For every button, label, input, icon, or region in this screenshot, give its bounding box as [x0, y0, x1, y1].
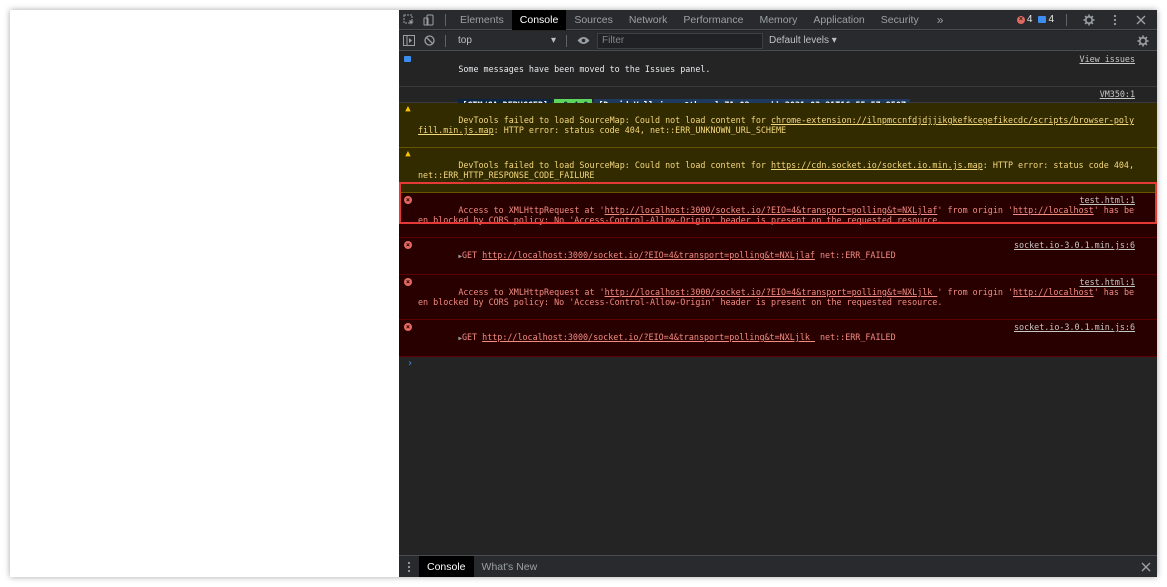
error-text: ' from origin ': [937, 205, 1014, 215]
console-message-issues: Some messages have been moved to the Iss…: [399, 52, 1157, 87]
tab-elements[interactable]: Elements: [452, 10, 512, 30]
inspect-icon[interactable]: [399, 10, 419, 30]
clear-icon[interactable]: [419, 31, 439, 51]
context-value: top: [458, 35, 472, 46]
error-icon: ×: [404, 241, 412, 249]
request-url-link[interactable]: http://localhost:3000/socket.io/?EIO=4&t…: [605, 287, 938, 297]
console-message-warning: ▲ DevTools failed to load SourceMap: Coul…: [399, 148, 1157, 193]
console-message-warning: ▲ DevTools failed to load SourceMap: Coul…: [399, 103, 1157, 148]
kebab-icon[interactable]: [1105, 10, 1125, 30]
error-icon: ×: [404, 278, 412, 286]
tab-console[interactable]: Console: [511, 10, 567, 30]
drawer-tab-whats-new[interactable]: What's New: [474, 557, 546, 577]
info-icon: [404, 56, 411, 62]
toolbar-divider: [566, 34, 567, 47]
drawer-tab-bar: Console What's New: [399, 555, 1157, 577]
tab-application[interactable]: Application: [805, 10, 872, 30]
close-icon[interactable]: [1131, 10, 1151, 30]
error-icon: ×: [404, 196, 412, 204]
origin-link[interactable]: http://localhost: [1013, 205, 1094, 215]
message-source-link[interactable]: test.html:1: [1073, 195, 1135, 205]
error-count: 4: [1026, 14, 1033, 25]
view-issues-link[interactable]: View issues: [1074, 54, 1135, 64]
toolbar-divider: [445, 34, 446, 47]
error-text: Access to XMLHttpRequest at ': [458, 287, 605, 297]
console-toolbar: top ▾ Default levels ▾: [399, 31, 1157, 51]
device-toggle-icon[interactable]: [419, 10, 439, 30]
message-source-link[interactable]: test.html:1: [1073, 277, 1135, 287]
eye-icon[interactable]: [573, 31, 593, 51]
context-selector[interactable]: top ▾: [454, 33, 560, 49]
console-message-error: × ▶GET http://localhost:3000/socket.io/?E…: [399, 238, 1157, 275]
toolbar-divider: [445, 13, 446, 26]
console-message-error: × Access to XMLHttpRequest at 'http://loc…: [399, 275, 1157, 320]
toolbar-divider: [1066, 13, 1067, 26]
error-text: ' from origin ': [937, 287, 1014, 297]
gear-icon[interactable]: [1079, 10, 1099, 30]
warning-icon: ▲: [405, 149, 411, 159]
request-url-link[interactable]: http://localhost:3000/socket.io/?EIO=4&t…: [482, 332, 815, 342]
message-source-link[interactable]: socket.io-3.0.1.min.js:6: [1007, 322, 1135, 332]
tab-network[interactable]: Network: [621, 10, 676, 30]
info-icon: [1038, 16, 1047, 23]
error-count-badge[interactable]: × 4: [1016, 14, 1033, 25]
devtools-tab-bar: Elements Console Sources Network Perform…: [399, 10, 1157, 30]
request-method: GET: [461, 332, 478, 342]
sidebar-icon[interactable]: [399, 31, 419, 51]
tab-performance[interactable]: Performance: [675, 10, 751, 30]
tab-memory[interactable]: Memory: [751, 10, 805, 30]
request-url-link[interactable]: http://localhost:3000/socket.io/?EIO=4&t…: [482, 250, 815, 260]
error-text: Access to XMLHttpRequest at ': [458, 205, 605, 215]
console-messages: Some messages have been moved to the Iss…: [399, 52, 1157, 552]
warning-icon: ▲: [405, 104, 411, 114]
devtools-status-area: × 4 4: [1016, 10, 1157, 30]
tab-security[interactable]: Security: [873, 10, 927, 30]
close-icon[interactable]: [1141, 562, 1151, 572]
more-tabs-button[interactable]: »: [927, 13, 954, 27]
warning-text: DevTools failed to load SourceMap: Could…: [458, 160, 771, 170]
sourcemap-link[interactable]: https://cdn.socket.io/socket.io.min.js.m…: [771, 160, 983, 170]
origin-link[interactable]: http://localhost: [1013, 287, 1094, 297]
gear-icon[interactable]: [1133, 31, 1153, 51]
devtools-panel: Elements Console Sources Network Perform…: [399, 10, 1157, 577]
request-url-link[interactable]: http://localhost:3000/socket.io/?EIO=4&t…: [605, 205, 938, 215]
drawer-tab-console[interactable]: Console: [419, 556, 474, 577]
console-prompt[interactable]: ›: [399, 357, 1157, 371]
warning-text: DevTools failed to load SourceMap: Could…: [458, 115, 771, 125]
error-text: net::ERR_FAILED: [814, 332, 896, 342]
info-count: 4: [1048, 14, 1054, 25]
error-icon: ×: [1016, 15, 1025, 24]
console-message-error: × Access to XMLHttpRequest at 'http://loc…: [399, 193, 1157, 238]
console-message-error: × ▶GET http://localhost:3000/socket.io/?E…: [399, 320, 1157, 357]
info-count-badge[interactable]: 4: [1038, 14, 1054, 25]
message-source-link[interactable]: socket.io-3.0.1.min.js:6: [1007, 240, 1135, 250]
filter-input[interactable]: [597, 32, 763, 49]
browser-window: Elements Console Sources Network Perform…: [10, 10, 1157, 577]
log-levels-dropdown[interactable]: Default levels ▾: [769, 35, 837, 46]
web-page-viewport: [10, 10, 399, 577]
error-icon: ×: [404, 323, 412, 331]
chevron-down-icon: ▾: [550, 35, 556, 46]
error-text: net::ERR_FAILED: [814, 250, 896, 260]
console-message-gtm: [GTM/GA DEBUGGER]v0.4.0[David Vallejo > …: [399, 87, 1157, 111]
issues-notice: Some messages have been moved to the Iss…: [458, 64, 711, 74]
warning-text: : HTTP error: status code 404, net::ERR_…: [493, 125, 787, 135]
kebab-icon[interactable]: [399, 557, 419, 577]
tab-sources[interactable]: Sources: [566, 10, 621, 30]
message-source-link[interactable]: VM350:1: [1094, 89, 1135, 99]
request-method: GET: [461, 250, 478, 260]
